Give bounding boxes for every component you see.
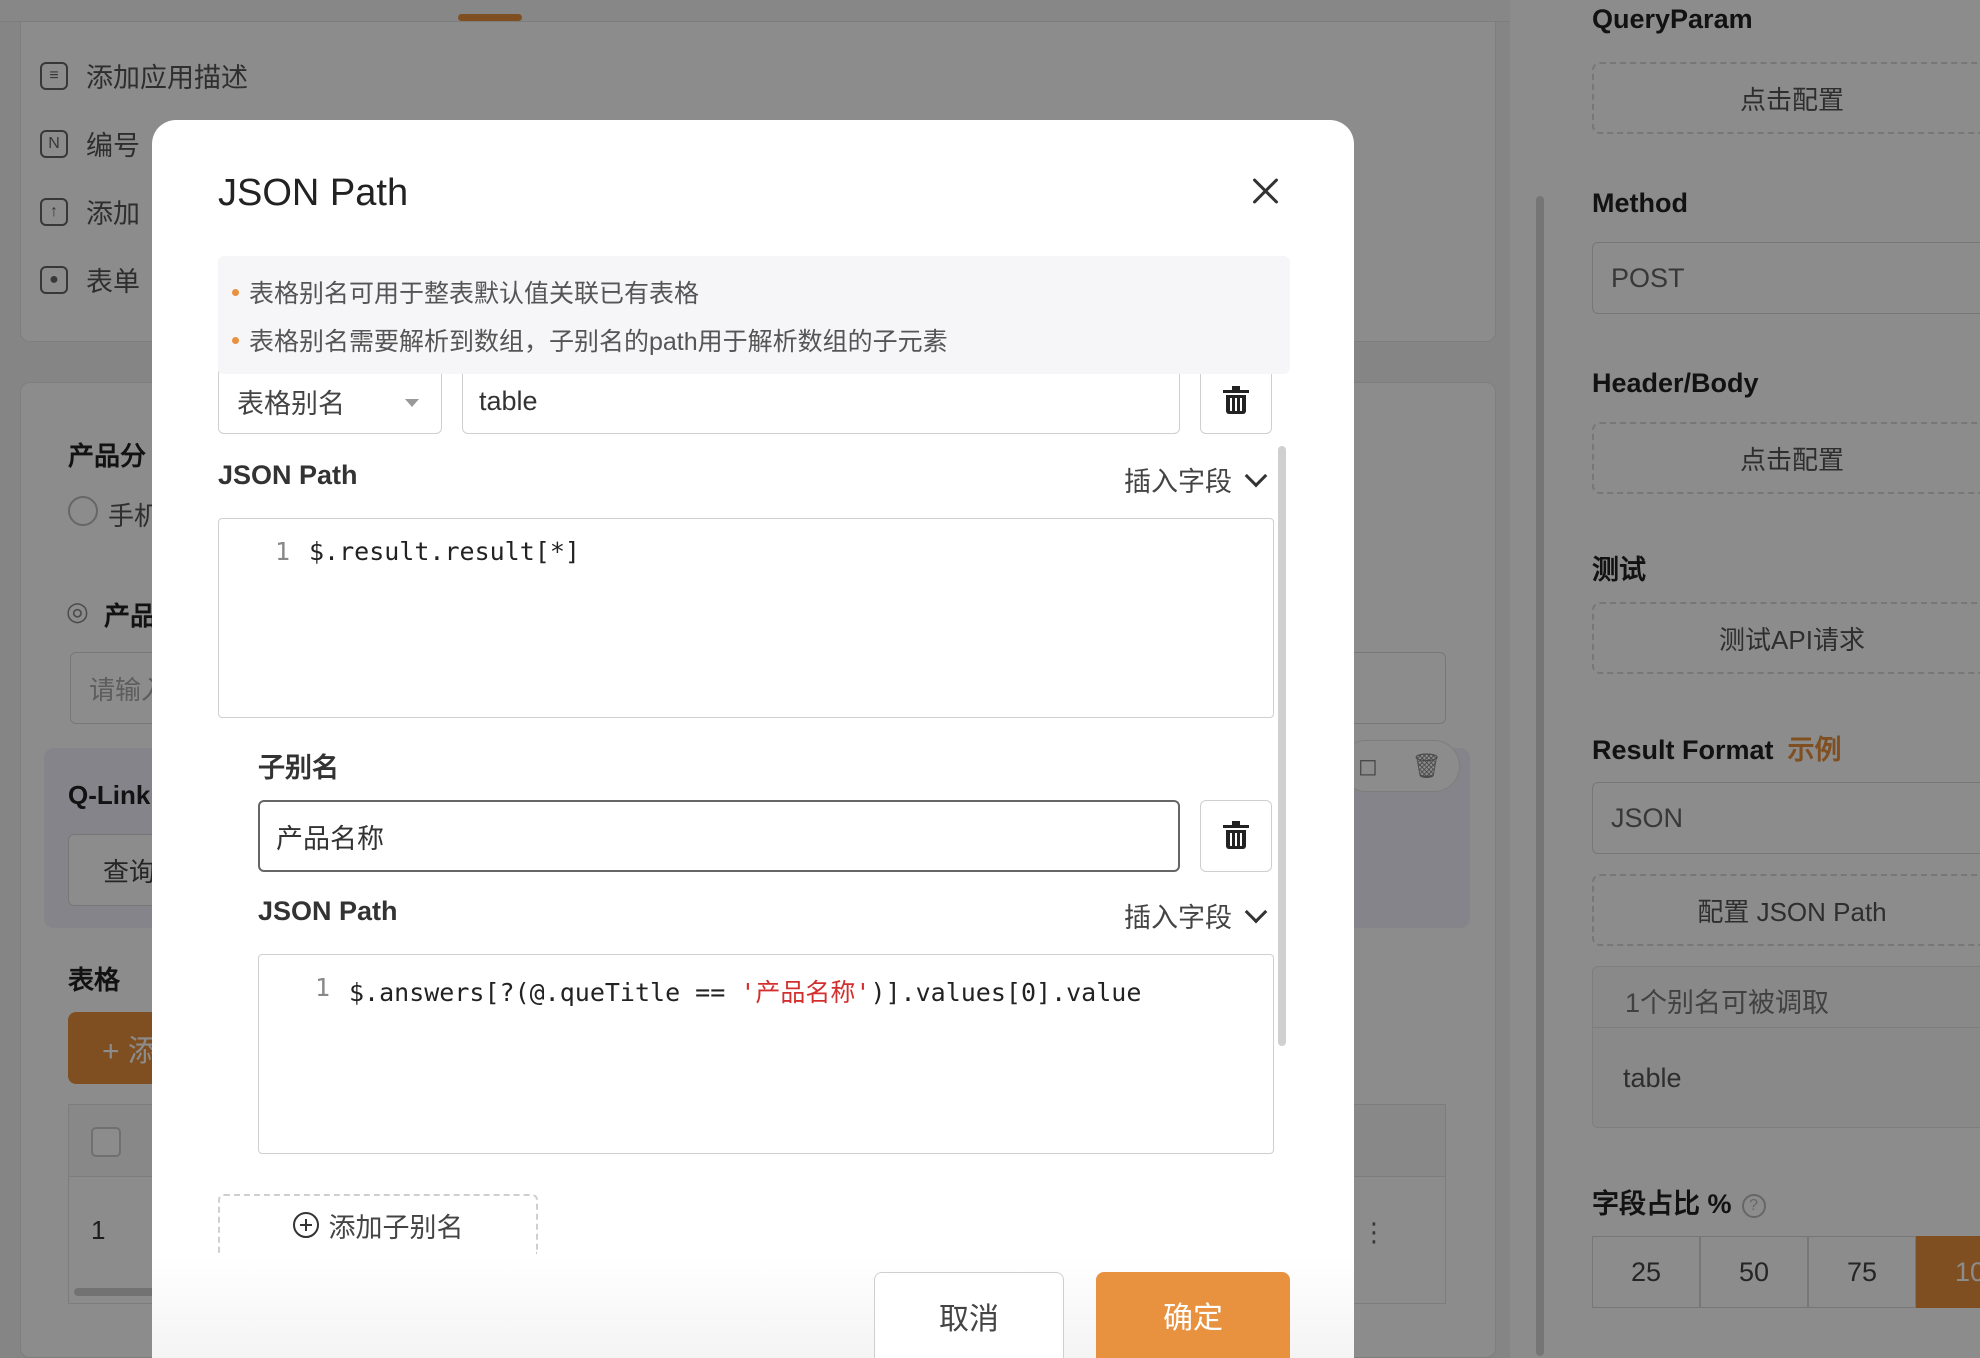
trash-icon xyxy=(1223,386,1249,414)
jsonpath-label: JSON Path xyxy=(218,460,358,490)
delete-sub-alias-button[interactable] xyxy=(1200,800,1272,872)
sub-insert-field-dropdown[interactable]: 插入字段 xyxy=(1124,896,1268,935)
insert-field-dropdown[interactable]: 插入字段 xyxy=(1124,460,1268,499)
caret-down-icon xyxy=(405,399,419,407)
cancel-button[interactable]: 取消 xyxy=(874,1272,1064,1358)
line-number: 1 xyxy=(315,973,331,1002)
modal-title: JSON Path xyxy=(218,172,409,214)
code-line: $.result.result[*] xyxy=(309,537,580,566)
trash-icon xyxy=(1223,821,1249,849)
notice-line: 表格别名需要解析到数组，子别名的path用于解析数组的子元素 xyxy=(232,322,948,358)
confirm-button[interactable]: 确定 xyxy=(1096,1272,1290,1358)
code-string: '产品名称' xyxy=(740,978,871,1007)
plus-circle-icon xyxy=(292,1212,319,1238)
modal-scrollbar[interactable] xyxy=(1278,446,1286,1046)
bullet-dot xyxy=(232,288,239,296)
sub-alias-label: 子别名 xyxy=(258,753,339,783)
alias-name-input[interactable]: table xyxy=(462,368,1180,434)
sub-alias-input[interactable]: 产品名称 xyxy=(258,800,1180,872)
sub-jsonpath-label: JSON Path xyxy=(258,896,398,926)
bullet-dot xyxy=(232,336,239,344)
delete-alias-button[interactable] xyxy=(1200,368,1272,434)
jsonpath-editor[interactable]: 1 $.result.result[*] xyxy=(218,518,1274,718)
alias-type-select[interactable]: 表格别名 xyxy=(218,368,442,434)
chevron-down-icon xyxy=(1244,464,1268,487)
jsonpath-modal: JSON Path 表格别名可用于整表默认值关联已有表格 表格别名需要解析到数组… xyxy=(152,120,1354,1358)
line-number: 1 xyxy=(275,537,291,566)
chevron-down-icon xyxy=(1244,900,1268,923)
sub-jsonpath-editor[interactable]: 1 $.answers[?(@.queTitle == '产品名称')].val… xyxy=(258,954,1274,1154)
notice-line: 表格别名可用于整表默认值关联已有表格 xyxy=(232,274,699,310)
add-sub-alias-button[interactable]: 添加子别名 xyxy=(218,1194,538,1254)
code-line: $.answers[?(@.queTitle == '产品名称')].value… xyxy=(349,978,1142,1007)
close-icon[interactable] xyxy=(1246,172,1286,212)
notice-box: 表格别名可用于整表默认值关联已有表格 表格别名需要解析到数组，子别名的path用… xyxy=(218,256,1290,374)
